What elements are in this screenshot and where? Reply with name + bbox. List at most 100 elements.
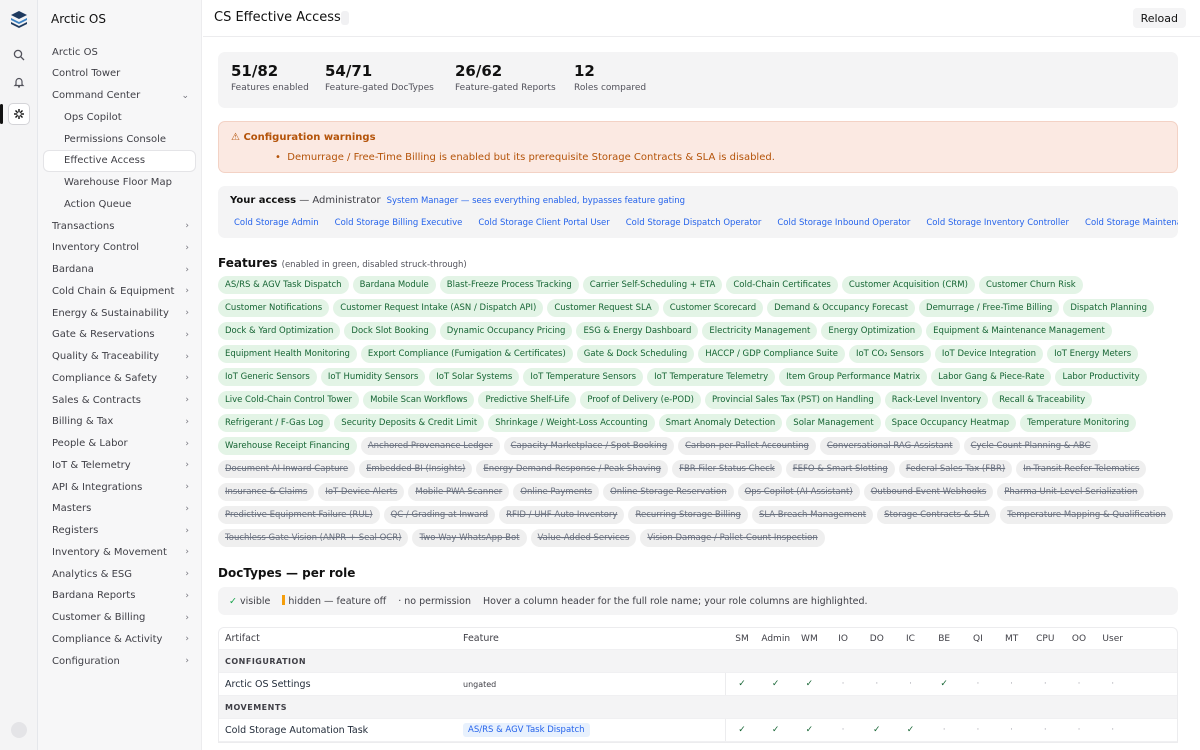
feature-chip-enabled: Dock & Yard Optimization	[218, 322, 341, 340]
sidebar-item-configuration[interactable]: Configuration ›	[44, 651, 195, 671]
feature-chip-enabled: IoT Device Integration	[934, 345, 1044, 363]
sidebar-item-arctic-os[interactable]: Arctic OS	[44, 42, 195, 62]
sidebar-item-label: Compliance & Safety	[52, 372, 158, 384]
column-header-role-do[interactable]: DO	[862, 628, 892, 649]
layers-logo-icon[interactable]	[9, 9, 29, 29]
legend-visible: ✓ visible	[229, 595, 271, 607]
feature-chip-enabled: Export Compliance (Fumigation & Certific…	[360, 345, 573, 363]
sidebar-item-compliance-activity[interactable]: Compliance & Activity ›	[44, 629, 195, 649]
column-header-artifact: Artifact	[225, 633, 260, 644]
no-permission-dot: ·	[976, 725, 980, 735]
visible-check-icon: ✓	[805, 725, 814, 735]
feature-chip-enabled: Dock Slot Booking	[344, 322, 436, 340]
feature-chip-disabled: Pharma Unit-Level Serialization	[997, 483, 1145, 501]
doctypes-legend: ✓ visible hidden — feature off · no perm…	[218, 587, 1178, 615]
sidebar-item-transactions[interactable]: Transactions ›	[44, 216, 195, 236]
chevron-right-icon: ›	[185, 308, 189, 318]
sidebar-item-analytics-esg[interactable]: Analytics & ESG ›	[44, 564, 195, 584]
chevron-right-icon: ›	[185, 221, 189, 231]
sidebar-item-compliance-safety[interactable]: Compliance & Safety ›	[44, 368, 195, 388]
sidebar-item-energy-sustainability[interactable]: Energy & Sustainability ›	[44, 303, 195, 323]
column-header-role-oo[interactable]: OO	[1064, 628, 1094, 649]
sidebar-item-permissions-console[interactable]: Permissions Console	[44, 129, 195, 149]
user-avatar[interactable]	[11, 722, 27, 738]
reload-button[interactable]: Reload	[1132, 8, 1186, 28]
sidebar-item-inventory-control[interactable]: Inventory Control ›	[44, 238, 195, 258]
column-header-role-mt[interactable]: MT	[997, 628, 1027, 649]
feature-chip-enabled: Space Occupancy Heatmap	[884, 414, 1017, 432]
feature-chip-disabled: Cycle Count Planning & ABC	[963, 437, 1098, 455]
title-badge	[341, 11, 349, 25]
sidebar-item-sales-contracts[interactable]: Sales & Contracts ›	[44, 390, 195, 410]
feature-chip-enabled: Customer Request SLA	[547, 299, 659, 317]
artifact-name[interactable]: Cold Storage Automation Task	[225, 719, 368, 741]
bell-icon[interactable]	[9, 72, 29, 92]
role-chip[interactable]: Cold Storage Admin	[228, 216, 325, 230]
role-chip[interactable]: Cold Storage Maintenance Technician	[1079, 216, 1178, 230]
column-header-role-qi[interactable]: QI	[963, 628, 993, 649]
chevron-right-icon: ›	[185, 569, 189, 579]
sidebar-item-bardana[interactable]: Bardana ›	[44, 260, 195, 280]
sidebar-item-ops-copilot[interactable]: Ops Copilot	[44, 107, 195, 127]
sidebar-item-masters[interactable]: Masters ›	[44, 499, 195, 519]
table-row: Arctic OS Settings ungated ✓ ✓ ✓ · · · ✓ · · · · ·	[219, 673, 1177, 696]
artifact-name[interactable]: Arctic OS Settings	[225, 673, 311, 695]
settings-icon[interactable]	[9, 104, 29, 124]
sidebar-item-billing-tax[interactable]: Billing & Tax ›	[44, 412, 195, 432]
sidebar-item-bardana-reports[interactable]: Bardana Reports ›	[44, 586, 195, 606]
sidebar-item-quality-traceability[interactable]: Quality & Traceability ›	[44, 347, 195, 367]
stat-doctypes-gated: 54/71 Feature-gated DocTypes	[325, 62, 434, 93]
role-chip[interactable]: Cold Storage Billing Executive	[329, 216, 469, 230]
no-permission-dot: ·	[1010, 725, 1014, 735]
sidebar-item-cold-chain-equipment[interactable]: Cold Chain & Equipment ›	[44, 281, 195, 301]
sidebar-item-gate-reservations[interactable]: Gate & Reservations ›	[44, 325, 195, 345]
feature-chip-disabled: Document AI Inward Capture	[218, 460, 356, 478]
sidebar-item-registers[interactable]: Registers ›	[44, 521, 195, 541]
access-note: System Manager — sees everything enabled…	[386, 196, 686, 206]
group-label: MOVEMENTS	[225, 702, 288, 712]
column-header-role-admin[interactable]: Admin	[761, 628, 791, 649]
feature-chip-disabled: Touchless Gate Vision (ANPR + Seal OCR)	[218, 529, 409, 547]
no-permission-dot: ·	[942, 725, 946, 735]
column-header-role-wm[interactable]: WM	[794, 628, 824, 649]
sidebar-item-control-tower[interactable]: Control Tower	[44, 64, 195, 84]
feature-chip-enabled: Equipment & Maintenance Management	[926, 322, 1112, 340]
role-chip[interactable]: Cold Storage Dispatch Operator	[620, 216, 768, 230]
sidebar-item-iot-telemetry[interactable]: IoT & Telemetry ›	[44, 455, 195, 475]
role-chip[interactable]: Cold Storage Client Portal User	[472, 216, 615, 230]
visible-check-icon: ✓	[940, 679, 948, 689]
column-header-role-user[interactable]: User	[1098, 628, 1128, 649]
visible-check-icon: ✓	[906, 725, 915, 735]
no-permission-dot: ·	[1043, 679, 1047, 689]
sidebar-item-label: Transactions	[52, 220, 115, 232]
sidebar-item-customer-billing[interactable]: Customer & Billing ›	[44, 608, 195, 628]
sidebar-item-warehouse-floor-map[interactable]: Warehouse Floor Map	[44, 173, 195, 193]
sidebar-item-people-labor[interactable]: People & Labor ›	[44, 434, 195, 454]
feature-chip-disabled: Predictive Equipment Failure (RUL)	[218, 506, 380, 524]
search-icon[interactable]	[9, 45, 29, 65]
no-permission-dot: ·	[1043, 725, 1047, 735]
feature-chip-enabled: AS/RS & AGV Task Dispatch	[218, 276, 349, 294]
sidebar-item-api-integrations[interactable]: API & Integrations ›	[44, 477, 195, 497]
chevron-right-icon: ›	[185, 525, 189, 536]
feature-chip-enabled: IoT CO₂ Sensors	[848, 345, 931, 363]
sidebar-item-command-center[interactable]: Command Center ⌄	[44, 86, 195, 106]
feature-chip-disabled: In-Transit Reefer Telematics	[1016, 460, 1147, 478]
sidebar-item-label: Energy & Sustainability	[52, 307, 169, 319]
sidebar-item-action-queue[interactable]: Action Queue	[44, 194, 195, 214]
column-header-role-cpu[interactable]: CPU	[1030, 628, 1060, 649]
sidebar-item-inventory-movement[interactable]: Inventory & Movement ›	[44, 542, 195, 562]
sidebar-item-label: Warehouse Floor Map	[64, 177, 172, 188]
column-header-role-io[interactable]: IO	[828, 628, 858, 649]
feature-chip-enabled: IoT Solar Systems	[429, 368, 520, 386]
feature-chip-enabled: Live Cold-Chain Control Tower	[218, 391, 360, 409]
sidebar-item-effective-access[interactable]: Effective Access	[44, 150, 195, 171]
column-header-role-ic[interactable]: IC	[896, 628, 926, 649]
sidebar-item-label: Inventory Control	[52, 242, 140, 254]
column-header-role-be[interactable]: BE	[929, 628, 959, 649]
sidebar-item-label: Configuration	[52, 655, 120, 667]
role-chip[interactable]: Cold Storage Inventory Controller	[920, 216, 1075, 230]
column-header-role-sm[interactable]: SM	[727, 628, 757, 649]
role-chip[interactable]: Cold Storage Inbound Operator	[771, 216, 916, 230]
feature-chip-enabled: Solar Management	[786, 414, 881, 432]
